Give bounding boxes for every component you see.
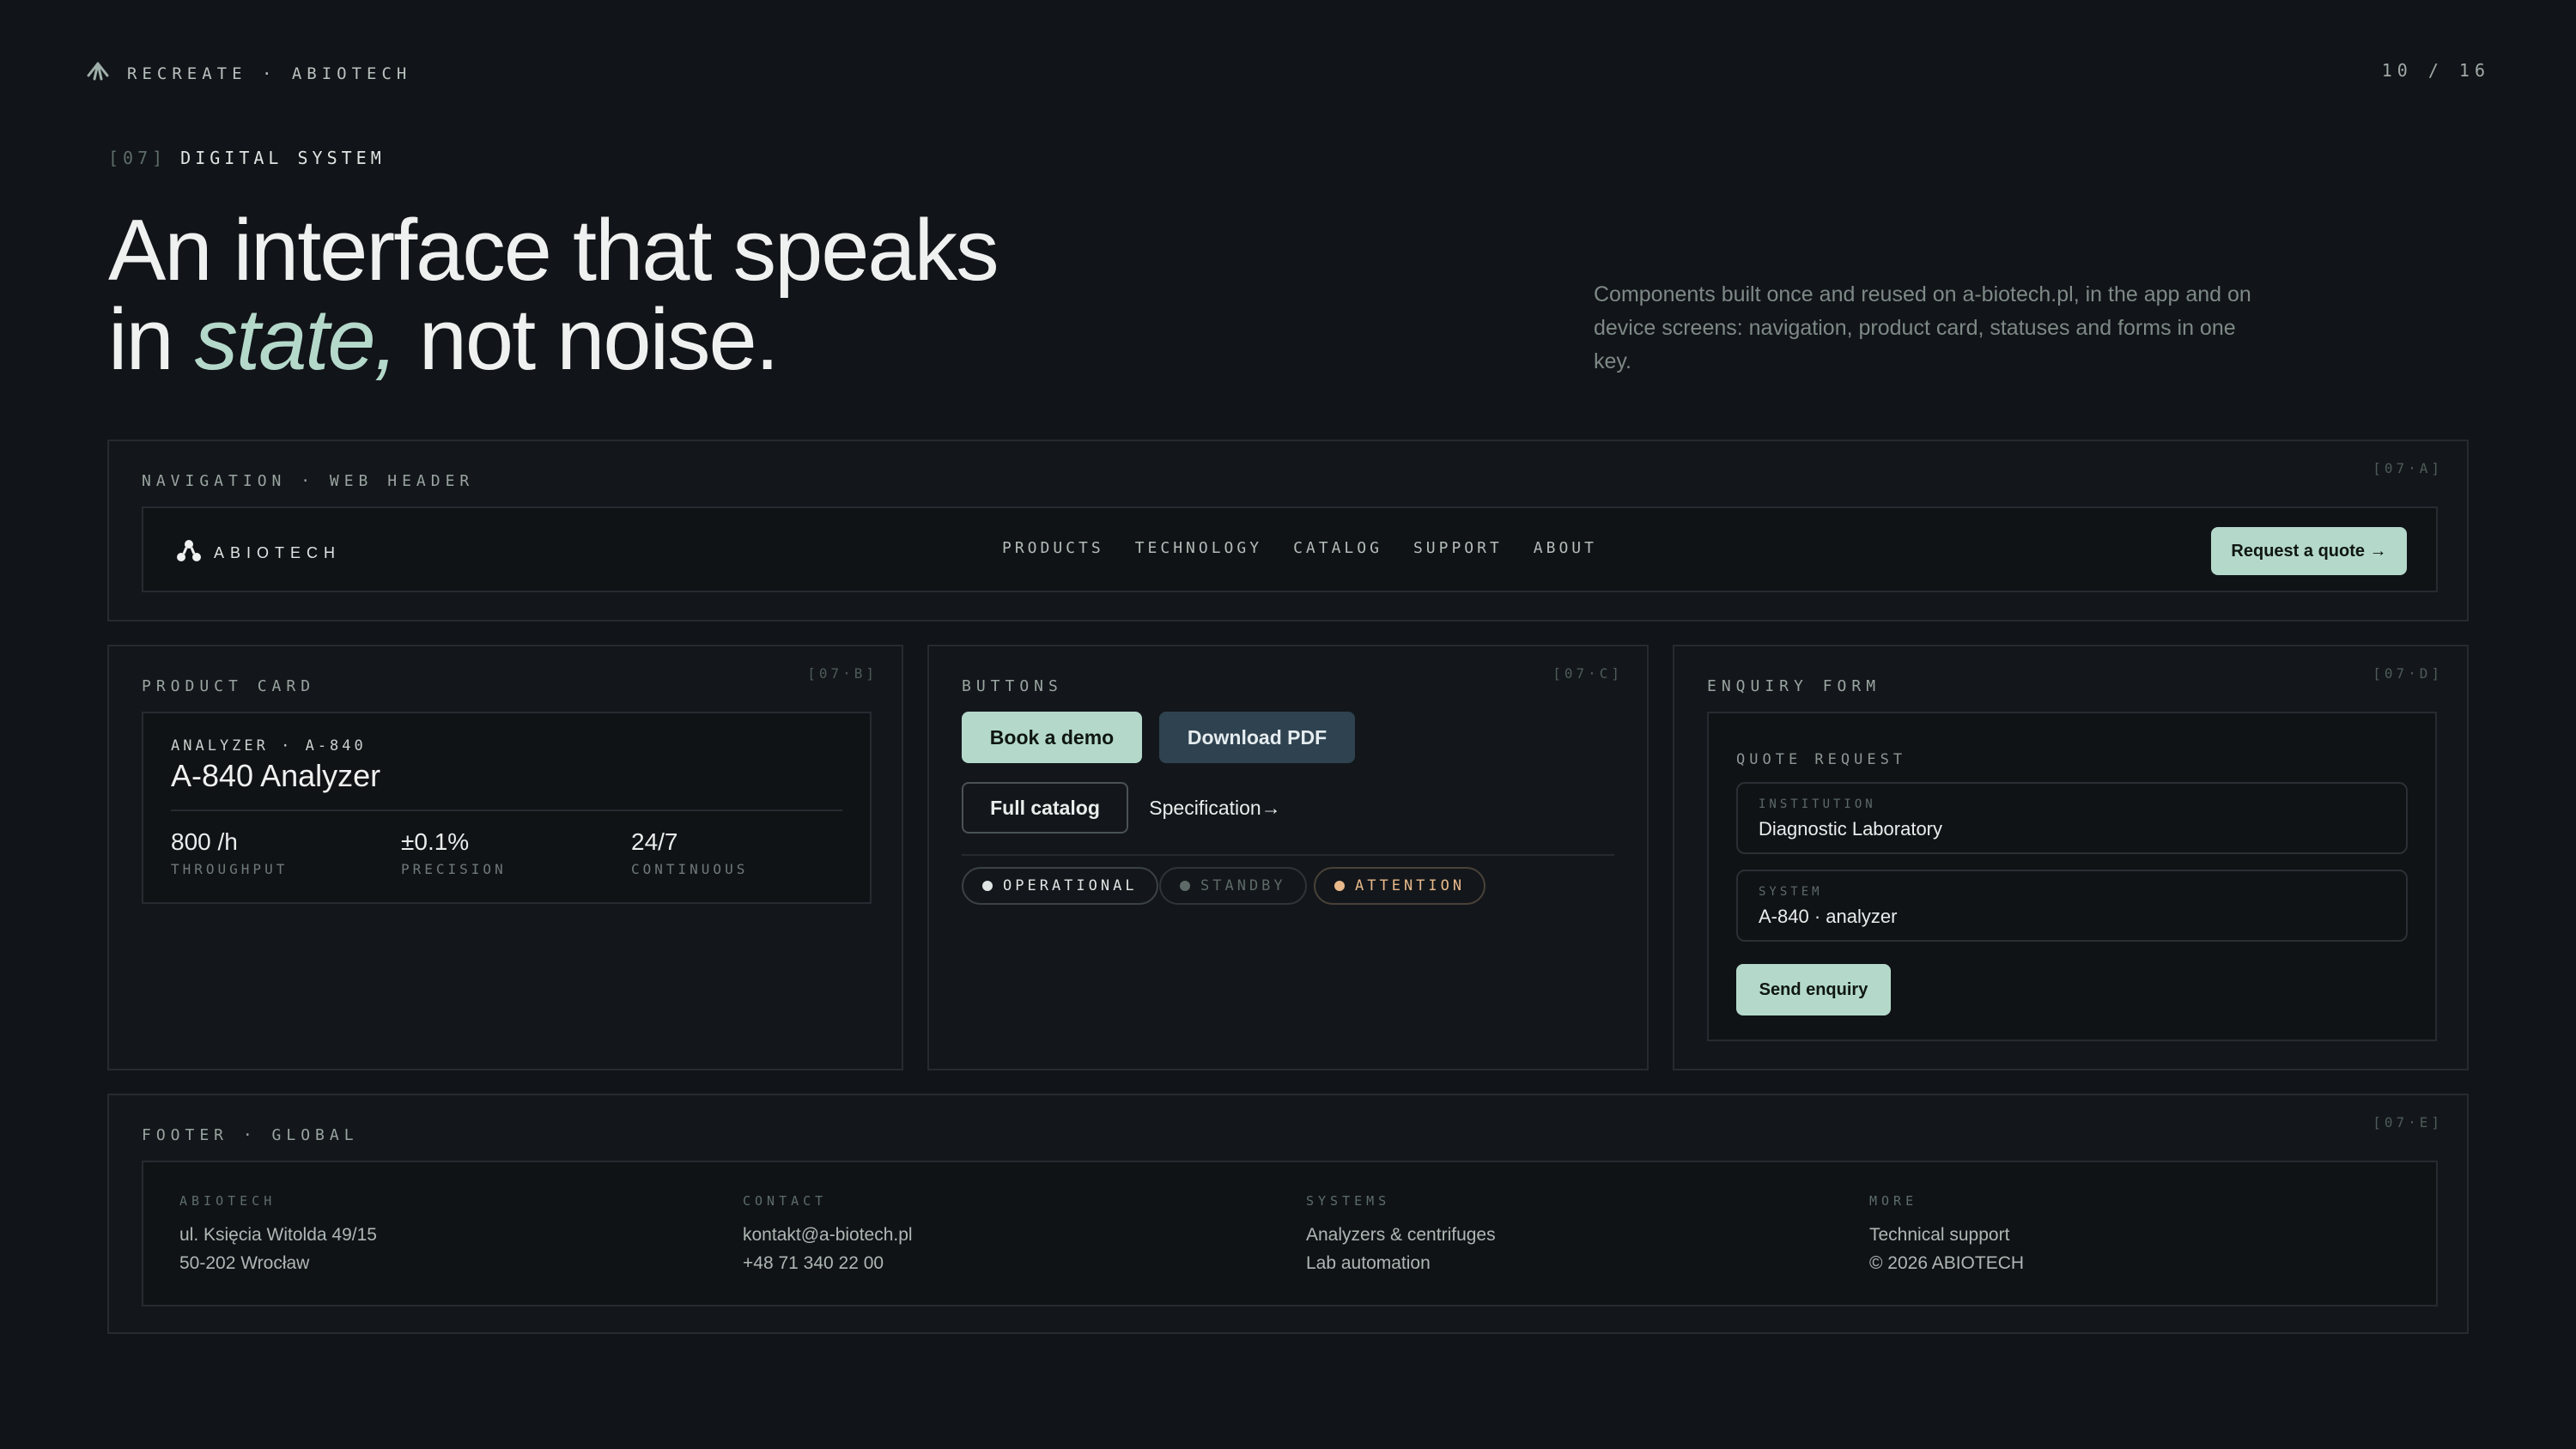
footer-link-analyzers[interactable]: Analyzers & centrifuges	[1306, 1221, 1496, 1249]
section-label: [07] DIGITAL SYSTEM	[108, 148, 386, 168]
footer-copyright: © 2026 ABIOTECH	[1869, 1253, 2025, 1273]
spec-value: 24/7	[631, 828, 678, 855]
nav-links: PRODUCTS TECHNOLOGY CATALOG SUPPORT ABOU…	[1002, 539, 1597, 557]
product-card[interactable]: ANALYZER · A-840 A-840 Analyzer 800 /h T…	[142, 712, 872, 904]
status-badge-attention: ATTENTION	[1314, 867, 1486, 905]
send-enquiry-button[interactable]: Send enquiry	[1736, 964, 1891, 1016]
nav-link-about[interactable]: ABOUT	[1534, 539, 1597, 557]
page-number: 10 / 16	[2381, 60, 2490, 81]
enquiry-form-panel: ENQUIRY FORM [07·D] QUOTE REQUEST INSTIT…	[1673, 645, 2469, 1070]
system-value[interactable]: A-840 · analyzer	[1759, 906, 2188, 928]
panel-title: PRODUCT CARD	[142, 677, 316, 695]
product-name: A-840 Analyzer	[171, 758, 381, 793]
divider	[171, 809, 842, 811]
divider	[962, 854, 1614, 856]
nav-logo[interactable]: ABIOTECH	[174, 539, 341, 567]
spec-value: ±0.1%	[401, 828, 470, 855]
book-demo-button[interactable]: Book a demo	[962, 712, 1142, 763]
nav-link-products[interactable]: PRODUCTS	[1002, 539, 1104, 557]
web-header-preview: ABIOTECH PRODUCTS TECHNOLOGY CATALOG SUP…	[142, 506, 2438, 592]
footer-column-title: ABIOTECH	[179, 1193, 276, 1209]
panel-code: [07·A]	[2372, 460, 2443, 476]
spec-label: THROUGHPUT	[171, 861, 289, 877]
nav-logo-text: ABIOTECH	[214, 544, 342, 561]
panel-title: FOOTER · GLOBAL	[142, 1126, 359, 1144]
hero-line-1: An interface that speaks	[108, 203, 999, 299]
footer-column-title: CONTACT	[743, 1193, 828, 1209]
footer-line: ul. Księcia Witolda 49/15	[179, 1225, 377, 1245]
footer-email-link[interactable]: kontakt@a-biotech.pl	[743, 1221, 913, 1249]
field-label: INSTITUTION	[1759, 797, 1876, 811]
panel-code: [07·D]	[2372, 665, 2443, 682]
section-number: [07]	[108, 148, 167, 168]
specification-link[interactable]: Specification→	[1142, 782, 1288, 834]
footer-panel: FOOTER · GLOBAL [07·E] ABIOTECH ul. Księ…	[107, 1094, 2469, 1334]
panel-code: [07·C]	[1552, 665, 1623, 682]
status-badge-standby: STANDBY	[1159, 867, 1307, 905]
footer-link-automation[interactable]: Lab automation	[1306, 1249, 1496, 1277]
lead-paragraph: Components built once and reused on a-bi…	[1594, 282, 2251, 373]
spec-label: CONTINUOUS	[631, 861, 749, 877]
request-quote-button[interactable]: Request a quote →	[2211, 527, 2407, 575]
abiotech-logo-icon	[174, 539, 204, 567]
spec-value: 800 /h	[171, 828, 238, 855]
footer-column-title: SYSTEMS	[1306, 1193, 1391, 1209]
status-label: STANDBY	[1200, 877, 1286, 894]
spec-continuous: 24/7 CONTINUOUS	[631, 828, 748, 877]
panel-code: [07·B]	[807, 665, 878, 682]
download-pdf-button[interactable]: Download PDF	[1159, 712, 1355, 763]
leaf-logo-icon	[86, 62, 110, 85]
brand-label: RECREATE · ABIOTECH	[127, 64, 412, 83]
nav-link-catalog[interactable]: CATALOG	[1293, 539, 1382, 557]
institution-value[interactable]: Diagnostic Laboratory	[1759, 818, 2188, 840]
footer-column-title: MORE	[1869, 1193, 1918, 1209]
spec-precision: ±0.1% PRECISION	[401, 828, 507, 877]
navigation-panel: NAVIGATION · WEB HEADER [07·A] ABIOTECH …	[107, 440, 2469, 621]
top-brand: RECREATE · ABIOTECH	[86, 62, 411, 85]
hero-accent: state,	[194, 292, 398, 388]
form-title: QUOTE REQUEST	[1736, 751, 1907, 768]
hero-prefix: in	[108, 292, 195, 388]
footer-line: 50-202 Wrocław	[179, 1253, 310, 1273]
spec-throughput: 800 /h THROUGHPUT	[171, 828, 288, 877]
quote-request-form: QUOTE REQUEST INSTITUTION Diagnostic Lab…	[1707, 712, 2437, 1041]
panel-code: [07·E]	[2372, 1114, 2443, 1131]
footer-column-more: MORE Technical support © 2026 ABIOTECH	[1869, 1193, 2024, 1277]
hero-heading: An interface that speaks in state, not n…	[108, 206, 1396, 385]
buttons-panel: BUTTONS [07·C] Book a demo Download PDF …	[927, 645, 1649, 1070]
institution-field[interactable]: INSTITUTION Diagnostic Laboratory	[1736, 782, 2408, 854]
section-title: DIGITAL SYSTEM	[180, 148, 386, 168]
footer-column-abiotech: ABIOTECH ul. Księcia Witolda 49/15 50-20…	[179, 1193, 377, 1277]
product-kicker: ANALYZER · A-840	[171, 737, 367, 755]
spec-label: PRECISION	[401, 861, 507, 877]
full-catalog-button[interactable]: Full catalog	[962, 782, 1128, 834]
status-label: OPERATIONAL	[1003, 877, 1138, 894]
system-field[interactable]: SYSTEM A-840 · analyzer	[1736, 870, 2408, 942]
panel-title: ENQUIRY FORM	[1707, 677, 1881, 695]
status-dot-icon	[1180, 881, 1190, 891]
nav-link-technology[interactable]: TECHNOLOGY	[1135, 539, 1262, 557]
footer-preview: ABIOTECH ul. Księcia Witolda 49/15 50-20…	[142, 1161, 2438, 1307]
footer-column-systems: SYSTEMS Analyzers & centrifuges Lab auto…	[1306, 1193, 1496, 1277]
status-badge-operational: OPERATIONAL	[962, 867, 1158, 905]
panel-title: BUTTONS	[962, 677, 1063, 695]
field-label: SYSTEM	[1759, 885, 1823, 899]
status-dot-icon	[1334, 881, 1345, 891]
hero-suffix: not noise.	[396, 292, 780, 388]
nav-link-support[interactable]: SUPPORT	[1413, 539, 1503, 557]
panel-title: NAVIGATION · WEB HEADER	[142, 472, 475, 490]
footer-phone-link[interactable]: +48 71 340 22 00	[743, 1249, 913, 1277]
product-card-panel: PRODUCT CARD [07·B] ANALYZER · A-840 A-8…	[107, 645, 903, 1070]
hero-line-2: in state, not noise.	[108, 295, 1396, 385]
footer-column-contact: CONTACT kontakt@a-biotech.pl +48 71 340 …	[743, 1193, 913, 1277]
status-label: ATTENTION	[1355, 877, 1466, 894]
status-dot-icon	[982, 881, 993, 891]
footer-link-support[interactable]: Technical support	[1869, 1221, 2024, 1249]
